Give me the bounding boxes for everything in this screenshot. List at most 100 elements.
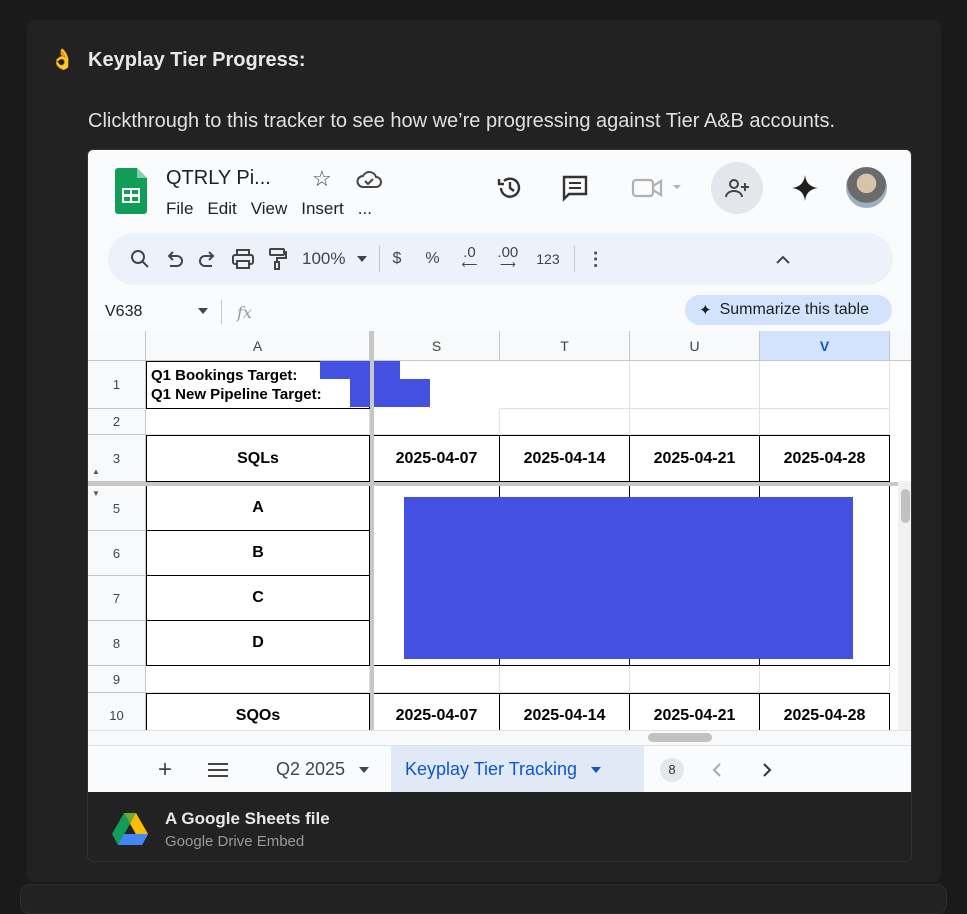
number-format-button[interactable]: 123	[536, 244, 559, 274]
heading-text: Keyplay Tier Progress:	[88, 48, 306, 71]
embed-footer[interactable]: A Google Sheets file Google Drive Embed	[88, 792, 911, 861]
sqls-date-2[interactable]: 2025-04-14	[500, 435, 630, 482]
percent-format-button[interactable]: %	[425, 244, 439, 274]
menu-file[interactable]: File	[166, 199, 193, 219]
cell-t2[interactable]	[500, 409, 630, 435]
print-icon[interactable]	[232, 244, 254, 274]
cell-u9[interactable]	[630, 666, 760, 693]
tier-c-cell[interactable]: C	[146, 576, 370, 621]
column-header-s[interactable]: S	[374, 331, 500, 361]
comment-icon[interactable]	[561, 174, 589, 202]
search-icon[interactable]	[130, 244, 150, 274]
cell-s2[interactable]	[374, 409, 500, 435]
tab-q2-2025-label: Q2 2025	[276, 759, 346, 779]
currency-format-button[interactable]: $	[392, 244, 401, 274]
gemini-sparkle-icon[interactable]	[791, 174, 819, 202]
sqls-date-4[interactable]: 2025-04-28	[760, 435, 890, 482]
decrease-decimal-label: .0	[463, 244, 476, 261]
cell-s9[interactable]	[374, 666, 500, 693]
menu-view[interactable]: View	[251, 199, 288, 219]
horizontal-scrollbar[interactable]	[88, 730, 911, 745]
meet-icon[interactable]	[631, 176, 687, 200]
sqls-date-3[interactable]: 2025-04-21	[630, 435, 760, 482]
collapse-group-up-icon[interactable]: ▲	[92, 467, 100, 476]
add-person-icon	[725, 179, 749, 198]
cell-t1[interactable]	[500, 361, 630, 409]
cell-t9[interactable]	[500, 666, 630, 693]
decrease-decimal-button[interactable]: .0 ⟵	[462, 244, 478, 274]
cell-v9[interactable]	[760, 666, 890, 693]
history-icon[interactable]	[496, 174, 524, 202]
cell-u2[interactable]	[630, 409, 760, 435]
cell-v2[interactable]	[760, 409, 890, 435]
all-sheets-icon[interactable]	[208, 746, 228, 793]
drive-embed[interactable]: QTRLY Pi... ☆ File Edit View Insert ...	[87, 149, 912, 862]
message-heading: 👌 Keyplay Tier Progress:	[50, 46, 306, 74]
spreadsheet-grid[interactable]: A S T U V 1 Q1 Bookings Target: Q1 New P…	[88, 331, 911, 745]
tab-q2-2025[interactable]: Q2 2025	[276, 746, 370, 793]
cell-u1[interactable]	[630, 361, 760, 409]
fx-icon: fx	[237, 303, 252, 322]
share-button[interactable]	[711, 162, 763, 214]
sqls-label-cell[interactable]: SQLs	[146, 435, 370, 482]
zoom-select[interactable]: 100%	[302, 244, 368, 274]
vertical-scroll-thumb[interactable]	[901, 489, 910, 523]
row-header-1[interactable]: 1	[88, 361, 146, 409]
column-header-v[interactable]: V	[760, 331, 890, 361]
chevron-down-icon	[591, 766, 602, 773]
menu-insert[interactable]: Insert	[301, 199, 344, 219]
sheets-logo-icon	[115, 168, 147, 214]
column-header-t[interactable]: T	[500, 331, 630, 361]
zoom-value: 100%	[302, 249, 346, 268]
document-title[interactable]: QTRLY Pi...	[166, 167, 271, 190]
row-header-7[interactable]: 7	[88, 576, 146, 621]
column-header-a[interactable]: A	[146, 331, 370, 361]
summarize-table-button[interactable]: ✦ Summarize this table	[685, 295, 892, 325]
embed-title[interactable]: A Google Sheets file	[165, 809, 330, 829]
embed-subtitle: Google Drive Embed	[165, 833, 305, 850]
ok-hand-icon: 👌	[50, 49, 75, 71]
collapse-group-down-icon[interactable]: ▼	[92, 489, 100, 498]
next-message-card	[20, 884, 947, 914]
menu-more[interactable]: ...	[358, 199, 372, 219]
frozen-row-divider[interactable]	[88, 482, 911, 486]
paint-format-icon[interactable]	[268, 244, 288, 274]
row-header-9[interactable]: 9	[88, 666, 146, 693]
chevron-down-icon	[359, 766, 370, 773]
column-header-u[interactable]: U	[630, 331, 760, 361]
tier-b-cell[interactable]: B	[146, 531, 370, 576]
cell-v1[interactable]	[760, 361, 890, 409]
name-box[interactable]: V638	[105, 303, 142, 321]
column-header-next[interactable]	[890, 331, 911, 361]
next-sheet-icon[interactable]	[762, 746, 772, 793]
collapse-toolbar-icon[interactable]	[775, 244, 790, 274]
cell-a2[interactable]	[146, 409, 370, 435]
add-sheet-icon[interactable]: +	[158, 746, 172, 793]
redo-icon[interactable]	[198, 244, 218, 274]
sqls-date-1[interactable]: 2025-04-07	[374, 435, 500, 482]
toolbar-divider	[573, 246, 575, 272]
prev-sheet-icon[interactable]	[712, 746, 722, 793]
hidden-sheets-badge[interactable]: 8	[660, 746, 684, 793]
tier-d-cell[interactable]: D	[146, 621, 370, 666]
cell-a9[interactable]	[146, 666, 370, 693]
frozen-column-divider[interactable]	[370, 331, 374, 745]
horizontal-scroll-thumb[interactable]	[648, 733, 712, 742]
arrow-right-icon: ⟶	[499, 259, 516, 271]
row-header-6[interactable]: 6	[88, 531, 146, 576]
chevron-down-icon[interactable]	[198, 308, 208, 314]
user-avatar[interactable]	[846, 167, 887, 208]
menu-edit[interactable]: Edit	[207, 199, 236, 219]
select-all-corner[interactable]	[88, 331, 146, 361]
increase-decimal-button[interactable]: .00 ⟶	[497, 244, 518, 274]
sheets-preview[interactable]: QTRLY Pi... ☆ File Edit View Insert ...	[88, 150, 911, 793]
undo-icon[interactable]	[164, 244, 184, 274]
cloud-saved-icon[interactable]	[356, 170, 382, 190]
star-icon[interactable]: ☆	[312, 166, 332, 192]
tab-keyplay-tier-tracking[interactable]: Keyplay Tier Tracking	[391, 746, 644, 793]
more-vert-icon[interactable]: ⋮	[587, 244, 605, 274]
row-header-8[interactable]: 8	[88, 621, 146, 666]
summarize-label: Summarize this table	[719, 301, 869, 318]
row-header-2[interactable]: 2	[88, 409, 146, 435]
tier-a-cell[interactable]: A	[146, 486, 370, 531]
